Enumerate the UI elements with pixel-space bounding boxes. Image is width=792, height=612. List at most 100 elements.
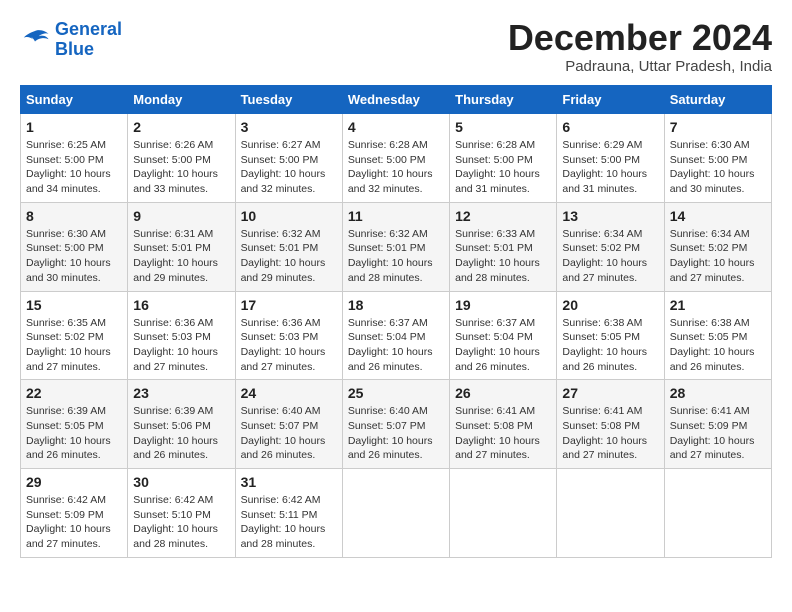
- calendar-cell: [557, 469, 664, 558]
- calendar-cell: 7 Sunrise: 6:30 AM Sunset: 5:00 PM Daylig…: [664, 114, 771, 203]
- title-area: December 2024 Padrauna, Uttar Pradesh, I…: [508, 20, 772, 75]
- calendar-header-sunday: Sunday: [21, 86, 128, 114]
- day-info: Sunrise: 6:39 AM Sunset: 5:05 PM Dayligh…: [26, 404, 122, 463]
- day-number: 8: [26, 208, 122, 224]
- logo-icon: [20, 25, 50, 55]
- calendar-cell: [450, 469, 557, 558]
- day-number: 21: [670, 297, 766, 313]
- calendar-cell: 28 Sunrise: 6:41 AM Sunset: 5:09 PM Dayli…: [664, 380, 771, 469]
- day-info: Sunrise: 6:28 AM Sunset: 5:00 PM Dayligh…: [348, 138, 444, 197]
- calendar-cell: 5 Sunrise: 6:28 AM Sunset: 5:00 PM Daylig…: [450, 114, 557, 203]
- day-info: Sunrise: 6:30 AM Sunset: 5:00 PM Dayligh…: [26, 227, 122, 286]
- day-info: Sunrise: 6:26 AM Sunset: 5:00 PM Dayligh…: [133, 138, 229, 197]
- page-header: General Blue December 2024 Padrauna, Utt…: [20, 20, 772, 75]
- day-info: Sunrise: 6:32 AM Sunset: 5:01 PM Dayligh…: [241, 227, 337, 286]
- day-info: Sunrise: 6:41 AM Sunset: 5:09 PM Dayligh…: [670, 404, 766, 463]
- calendar-header-friday: Friday: [557, 86, 664, 114]
- calendar-cell: 11 Sunrise: 6:32 AM Sunset: 5:01 PM Dayli…: [342, 202, 449, 291]
- calendar-week-row: 29 Sunrise: 6:42 AM Sunset: 5:09 PM Dayli…: [21, 469, 772, 558]
- calendar-cell: 16 Sunrise: 6:36 AM Sunset: 5:03 PM Dayli…: [128, 291, 235, 380]
- calendar-header-saturday: Saturday: [664, 86, 771, 114]
- calendar-cell: 6Sunrise: 6:29 AM Sunset: 5:00 PM Daylig…: [557, 114, 664, 203]
- day-number: 18: [348, 297, 444, 313]
- day-number: 20: [562, 297, 658, 313]
- calendar-cell: 2 Sunrise: 6:26 AM Sunset: 5:00 PM Daylig…: [128, 114, 235, 203]
- calendar-cell: 27Sunrise: 6:41 AM Sunset: 5:08 PM Dayli…: [557, 380, 664, 469]
- calendar-cell: 13Sunrise: 6:34 AM Sunset: 5:02 PM Dayli…: [557, 202, 664, 291]
- day-info: Sunrise: 6:39 AM Sunset: 5:06 PM Dayligh…: [133, 404, 229, 463]
- calendar-cell: 19 Sunrise: 6:37 AM Sunset: 5:04 PM Dayli…: [450, 291, 557, 380]
- day-info: Sunrise: 6:34 AM Sunset: 5:02 PM Dayligh…: [562, 227, 658, 286]
- day-info: Sunrise: 6:27 AM Sunset: 5:00 PM Dayligh…: [241, 138, 337, 197]
- day-number: 22: [26, 385, 122, 401]
- day-number: 26: [455, 385, 551, 401]
- calendar-cell: 8 Sunrise: 6:30 AM Sunset: 5:00 PM Daylig…: [21, 202, 128, 291]
- calendar-week-row: 1Sunrise: 6:25 AM Sunset: 5:00 PM Daylig…: [21, 114, 772, 203]
- day-number: 16: [133, 297, 229, 313]
- calendar-cell: 26 Sunrise: 6:41 AM Sunset: 5:08 PM Dayli…: [450, 380, 557, 469]
- day-info: Sunrise: 6:37 AM Sunset: 5:04 PM Dayligh…: [348, 316, 444, 375]
- day-number: 19: [455, 297, 551, 313]
- calendar-header-thursday: Thursday: [450, 86, 557, 114]
- day-number: 29: [26, 474, 122, 490]
- day-info: Sunrise: 6:42 AM Sunset: 5:09 PM Dayligh…: [26, 493, 122, 552]
- calendar-cell: 21Sunrise: 6:38 AM Sunset: 5:05 PM Dayli…: [664, 291, 771, 380]
- logo-text: General Blue: [55, 20, 122, 60]
- day-number: 24: [241, 385, 337, 401]
- calendar-week-row: 15Sunrise: 6:35 AM Sunset: 5:02 PM Dayli…: [21, 291, 772, 380]
- day-number: 25: [348, 385, 444, 401]
- day-info: Sunrise: 6:31 AM Sunset: 5:01 PM Dayligh…: [133, 227, 229, 286]
- day-number: 2: [133, 119, 229, 135]
- calendar-week-row: 8 Sunrise: 6:30 AM Sunset: 5:00 PM Daylig…: [21, 202, 772, 291]
- day-number: 14: [670, 208, 766, 224]
- calendar-cell: 15Sunrise: 6:35 AM Sunset: 5:02 PM Dayli…: [21, 291, 128, 380]
- calendar-header-monday: Monday: [128, 86, 235, 114]
- day-number: 11: [348, 208, 444, 224]
- day-number: 27: [562, 385, 658, 401]
- day-info: Sunrise: 6:32 AM Sunset: 5:01 PM Dayligh…: [348, 227, 444, 286]
- calendar-cell: 1Sunrise: 6:25 AM Sunset: 5:00 PM Daylig…: [21, 114, 128, 203]
- day-number: 30: [133, 474, 229, 490]
- calendar-cell: 10 Sunrise: 6:32 AM Sunset: 5:01 PM Dayli…: [235, 202, 342, 291]
- day-info: Sunrise: 6:41 AM Sunset: 5:08 PM Dayligh…: [455, 404, 551, 463]
- day-info: Sunrise: 6:40 AM Sunset: 5:07 PM Dayligh…: [348, 404, 444, 463]
- calendar-cell: 29 Sunrise: 6:42 AM Sunset: 5:09 PM Dayli…: [21, 469, 128, 558]
- day-number: 4: [348, 119, 444, 135]
- calendar-cell: 17Sunrise: 6:36 AM Sunset: 5:03 PM Dayli…: [235, 291, 342, 380]
- day-number: 17: [241, 297, 337, 313]
- day-number: 10: [241, 208, 337, 224]
- day-number: 28: [670, 385, 766, 401]
- day-info: Sunrise: 6:35 AM Sunset: 5:02 PM Dayligh…: [26, 316, 122, 375]
- calendar-week-row: 22 Sunrise: 6:39 AM Sunset: 5:05 PM Dayli…: [21, 380, 772, 469]
- day-info: Sunrise: 6:33 AM Sunset: 5:01 PM Dayligh…: [455, 227, 551, 286]
- calendar-cell: 9 Sunrise: 6:31 AM Sunset: 5:01 PM Daylig…: [128, 202, 235, 291]
- calendar-cell: 12 Sunrise: 6:33 AM Sunset: 5:01 PM Dayli…: [450, 202, 557, 291]
- day-info: Sunrise: 6:36 AM Sunset: 5:03 PM Dayligh…: [133, 316, 229, 375]
- calendar-cell: 18 Sunrise: 6:37 AM Sunset: 5:04 PM Dayli…: [342, 291, 449, 380]
- calendar-cell: 3 Sunrise: 6:27 AM Sunset: 5:00 PM Daylig…: [235, 114, 342, 203]
- calendar-cell: [342, 469, 449, 558]
- calendar-header-row: SundayMondayTuesdayWednesdayThursdayFrid…: [21, 86, 772, 114]
- day-info: Sunrise: 6:42 AM Sunset: 5:10 PM Dayligh…: [133, 493, 229, 552]
- month-title: December 2024: [508, 20, 772, 56]
- day-number: 5: [455, 119, 551, 135]
- location-subtitle: Padrauna, Uttar Pradesh, India: [508, 58, 772, 75]
- day-info: Sunrise: 6:28 AM Sunset: 5:00 PM Dayligh…: [455, 138, 551, 197]
- calendar-cell: 4 Sunrise: 6:28 AM Sunset: 5:00 PM Daylig…: [342, 114, 449, 203]
- calendar-cell: 20Sunrise: 6:38 AM Sunset: 5:05 PM Dayli…: [557, 291, 664, 380]
- day-info: Sunrise: 6:37 AM Sunset: 5:04 PM Dayligh…: [455, 316, 551, 375]
- day-info: Sunrise: 6:30 AM Sunset: 5:00 PM Dayligh…: [670, 138, 766, 197]
- calendar-cell: 30 Sunrise: 6:42 AM Sunset: 5:10 PM Dayli…: [128, 469, 235, 558]
- day-number: 7: [670, 119, 766, 135]
- day-number: 31: [241, 474, 337, 490]
- calendar-table: SundayMondayTuesdayWednesdayThursdayFrid…: [20, 85, 772, 558]
- calendar-cell: 23Sunrise: 6:39 AM Sunset: 5:06 PM Dayli…: [128, 380, 235, 469]
- day-number: 3: [241, 119, 337, 135]
- day-info: Sunrise: 6:29 AM Sunset: 5:00 PM Dayligh…: [562, 138, 658, 197]
- day-info: Sunrise: 6:40 AM Sunset: 5:07 PM Dayligh…: [241, 404, 337, 463]
- day-number: 1: [26, 119, 122, 135]
- day-number: 12: [455, 208, 551, 224]
- day-number: 9: [133, 208, 229, 224]
- calendar-cell: 24 Sunrise: 6:40 AM Sunset: 5:07 PM Dayli…: [235, 380, 342, 469]
- day-info: Sunrise: 6:42 AM Sunset: 5:11 PM Dayligh…: [241, 493, 337, 552]
